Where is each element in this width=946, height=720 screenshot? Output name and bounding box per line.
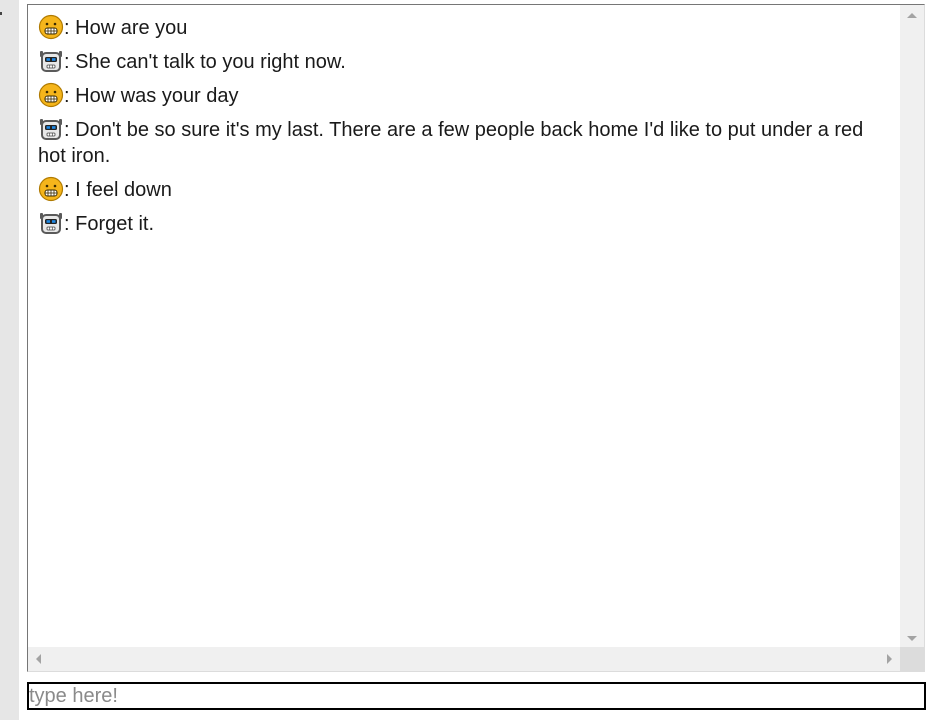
robot-face-icon	[38, 116, 64, 142]
user-message: : How are you	[38, 14, 890, 41]
message-text: She can't talk to you right now.	[75, 51, 346, 73]
grinning-face-icon	[38, 14, 64, 40]
scroll-down-arrow-icon[interactable]	[907, 636, 917, 641]
robot-face-icon	[38, 210, 64, 236]
scroll-up-arrow-icon[interactable]	[907, 13, 917, 18]
bot-message: : She can't talk to you right now.	[38, 48, 890, 75]
scroll-left-arrow-icon[interactable]	[36, 654, 41, 664]
speaker-separator: :	[64, 51, 76, 73]
vertical-scrollbar[interactable]	[900, 5, 924, 649]
horizontal-scrollbar[interactable]	[28, 647, 900, 671]
speaker-separator: :	[64, 17, 76, 39]
message-text: Forget it.	[75, 213, 155, 235]
left-panel-strip	[0, 0, 19, 720]
speaker-separator: :	[64, 85, 76, 107]
message-text: How are you	[75, 17, 188, 39]
message-input[interactable]	[27, 682, 926, 710]
chat-messages: : How are you: She can't talk to you rig…	[28, 5, 900, 649]
chat-log[interactable]: : How are you: She can't talk to you rig…	[27, 4, 925, 672]
speaker-separator: :	[64, 213, 76, 235]
scroll-right-arrow-icon[interactable]	[887, 654, 892, 664]
message-text: I feel down	[75, 179, 172, 201]
panel-edge-mark	[0, 12, 2, 15]
robot-face-icon	[38, 48, 64, 74]
bot-message: : Don't be so sure it's my last. There a…	[38, 116, 890, 169]
user-message: : I feel down	[38, 176, 890, 203]
speaker-separator: :	[64, 119, 76, 141]
message-text: Don't be so sure it's my last. There are…	[38, 119, 864, 167]
speaker-separator: :	[64, 179, 76, 201]
user-message: : How was your day	[38, 82, 890, 109]
grinning-face-icon	[38, 176, 64, 202]
scrollbar-corner	[900, 647, 924, 671]
bot-message: : Forget it.	[38, 210, 890, 237]
grinning-face-icon	[38, 82, 64, 108]
message-text: How was your day	[75, 85, 239, 107]
